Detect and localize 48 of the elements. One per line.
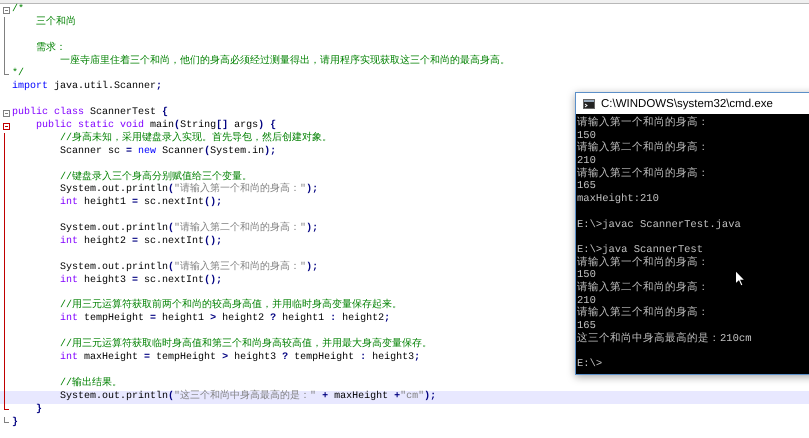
code-line: System.out.println("请输入第一个和尚的身高："); xyxy=(59,184,318,196)
code-line: System.out.println("这三个和尚中身高最高的是：" + maxHeight +"cm"); xyxy=(59,390,436,404)
code-line: */ xyxy=(12,68,24,80)
code-line: 一座寺庙里住着三个和尚，他们的身高必须经过测量得出，请用程序实现获取这三个和尚的最高身高。 xyxy=(59,56,510,68)
code-line: int tempHeight = height1 > height2 ? height1 : height2; xyxy=(59,313,390,326)
console-output: maxHeight:210 xyxy=(577,193,659,206)
collapse-icon[interactable] xyxy=(2,122,10,130)
code-line: int height3 = sc.nextInt(); xyxy=(59,274,222,288)
code-line: public static void main(String[] args) { xyxy=(35,120,276,132)
collapse-icon[interactable] xyxy=(2,110,10,118)
console-output: 165 xyxy=(577,320,596,332)
console-output: 请输入第二个和尚的身高： xyxy=(577,282,709,295)
collapse-icon[interactable] xyxy=(2,6,10,14)
console-output: 这三个和尚中身高最高的是：210cm xyxy=(577,332,752,346)
console-output: 210 xyxy=(577,155,596,168)
code-line: //用三元运算符获取前两个和尚的较高身高值，并用临时身高变量保存起来。 xyxy=(59,300,402,312)
console-output: 165 xyxy=(577,180,596,193)
code-line: //用三元运算符获取临时身高值和第三个和尚身高较高值，并用最大身高变量保存。 xyxy=(59,339,432,352)
console-output: 请输入第二个和尚的身高： xyxy=(577,142,709,156)
code-line: } xyxy=(35,404,42,417)
code-line: System.out.println("请输入第二个和尚的身高："); xyxy=(59,223,318,236)
console-output: E:\>java ScannerTest xyxy=(577,244,704,256)
code-line: public class ScannerTest { xyxy=(12,107,168,120)
code-line: } xyxy=(12,416,18,430)
code-line: int height1 = sc.nextInt(); xyxy=(59,197,222,210)
console-output: 150 xyxy=(577,269,596,282)
mouse-pointer-icon xyxy=(735,270,746,287)
code-line: System.out.println("请输入第三个和尚的身高："); xyxy=(59,262,318,274)
console-output: 请输入第三个和尚的身高： xyxy=(577,168,709,180)
console-output: 请输入第一个和尚的身高： xyxy=(577,256,709,270)
code-line: /* xyxy=(12,4,24,17)
console-output: 请输入第一个和尚的身高： xyxy=(577,117,709,130)
console-output: 请输入第三个和尚的身高： xyxy=(577,307,709,320)
code-line: //输出结果。 xyxy=(59,378,122,390)
terminal-icon xyxy=(583,98,595,108)
console-output: 150 xyxy=(577,130,596,142)
code-line: int height2 = sc.nextInt(); xyxy=(59,236,222,249)
console-output: E:\> xyxy=(577,358,602,371)
console-output: 210 xyxy=(577,294,596,307)
console-output: E:\>javac ScannerTest.java xyxy=(577,218,741,232)
code-line: 需求： xyxy=(35,42,66,56)
code-line: Scanner sc = new Scanner(System.in); xyxy=(59,146,276,159)
code-line: //身高未知，采用键盘录入实现。首先导包，然后创建对象。 xyxy=(59,132,332,146)
code-line: import java.util.Scanner; xyxy=(12,81,162,94)
code-line: 三个和尚 xyxy=(35,16,76,30)
code-line: //键盘录入三个身高分别赋值给三个变量。 xyxy=(59,172,252,183)
window-title: C:\WINDOWS\system32\cmd.exe xyxy=(601,98,773,110)
code-line: int maxHeight = tempHeight > height3 ? tempHeight : height3; xyxy=(59,352,420,365)
